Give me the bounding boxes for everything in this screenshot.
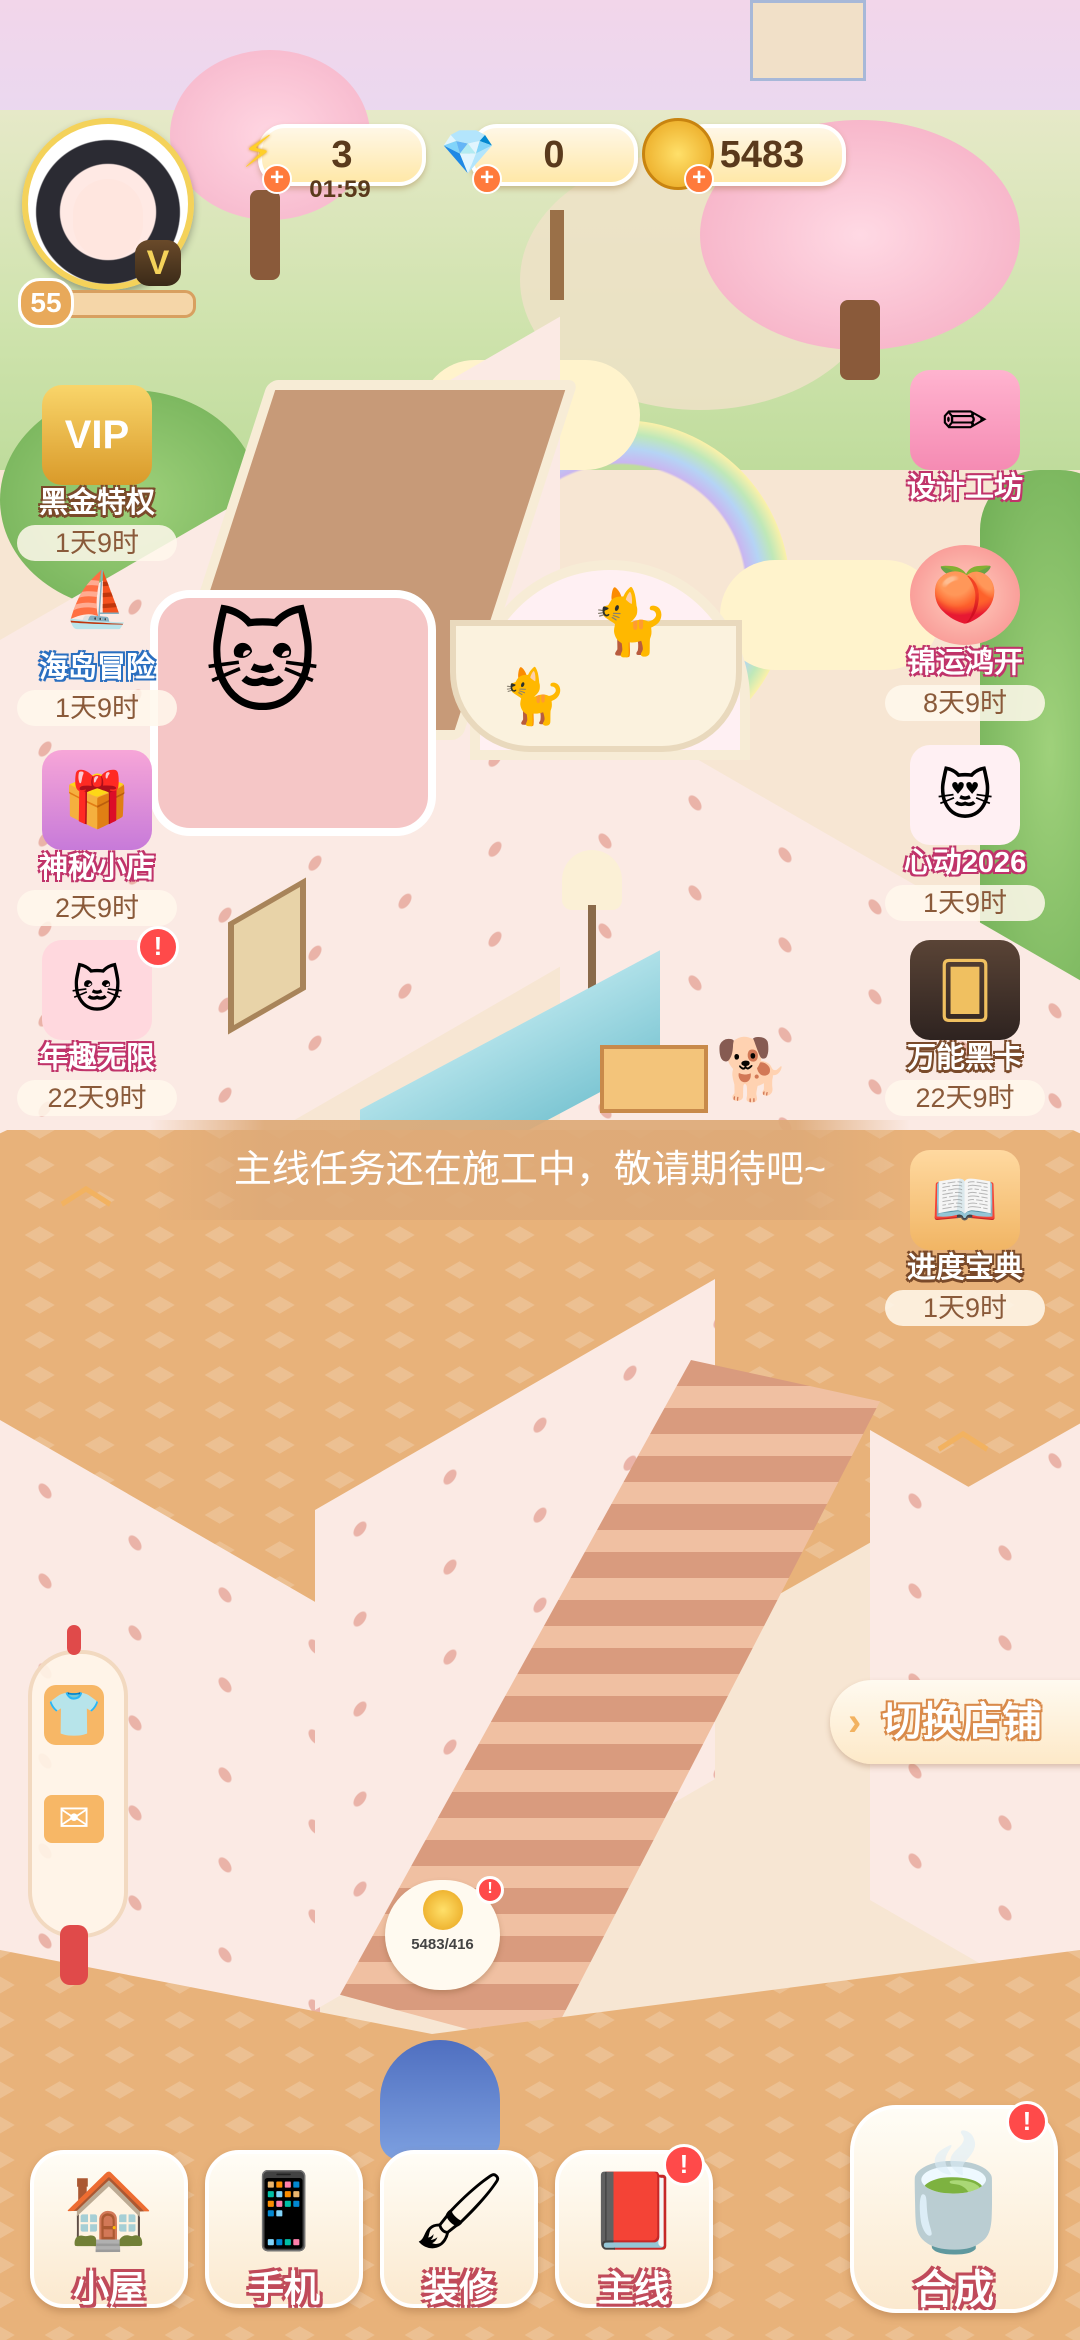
energy-plus-button[interactable]: + [262, 164, 292, 194]
coin-icon [422, 1890, 463, 1930]
outfit-icon[interactable]: 👕 [44, 1685, 104, 1745]
nav-label: 手机 [247, 2268, 320, 2309]
nav-badge: ! [663, 2144, 705, 2186]
event-design-workshop[interactable]: ✏ 设计工坊 [880, 370, 1050, 506]
vip-chest-icon: VIP [42, 385, 152, 485]
nav-house[interactable]: 🏠 小屋 [30, 2150, 188, 2309]
toast-banner: 主线任务还在施工中，敬请期待吧~ [150, 1120, 910, 1220]
event-fortune[interactable]: 🍑 锦运鸿开 8天9时 [880, 545, 1050, 721]
event-black-gold[interactable]: VIP 黑金特权 1天9时 [12, 385, 182, 561]
toolbar-ornament-bottom [60, 1925, 88, 1985]
event-label: 年趣无限 [38, 1042, 155, 1074]
house-far [750, 0, 866, 81]
event-label: 心动2026 [903, 847, 1027, 879]
nav-decorate[interactable]: 🖌 装修 [380, 2150, 538, 2309]
event-black-card[interactable]: 🂠 万能黑卡 22天9时 [880, 940, 1050, 1116]
toolbar-ornament-top [67, 1625, 81, 1655]
event-label: 黑金特权 [38, 487, 155, 519]
chevron-right-icon: › [848, 1700, 862, 1744]
cat-card-icon: 🐱 [42, 940, 152, 1040]
nav-label: 装修 [422, 2268, 495, 2309]
event-label: 锦运鸿开 [906, 647, 1023, 679]
cat-icon: 🐱 [205, 603, 320, 726]
toast-text: 主线任务还在施工中，敬请期待吧~ [233, 1149, 827, 1191]
vip-mark: V [135, 240, 181, 286]
event-badge: ! [137, 926, 179, 968]
peach-icon: 🍑 [910, 545, 1020, 645]
sleeping-cat-icon: 🐈 [500, 667, 568, 727]
brush-icon: 🖌 [412, 2169, 506, 2252]
event-label: 万能黑卡 [906, 1042, 1023, 1074]
signpost-icon [550, 210, 564, 300]
coins-plus-button[interactable]: + [684, 164, 714, 194]
nav-phone[interactable]: 📱 手机 [205, 2150, 363, 2309]
event-timer: 8天9时 [885, 685, 1045, 721]
cat-glasses-icon: 😻 [910, 745, 1020, 845]
teacup-icon: 🍵 [885, 2132, 1023, 2255]
phone-icon: 📱 [237, 2169, 331, 2252]
merge-badge: ! [1006, 2101, 1048, 2143]
player-character[interactable] [380, 2040, 500, 2160]
coin-bubble-text: 5483/416 [411, 1936, 474, 1953]
level-badge: 55 [18, 278, 74, 328]
cat-on-balcony-icon: 🐈 [590, 586, 670, 658]
makeup-table [600, 1045, 708, 1113]
event-mystery-shop[interactable]: 🎁 神秘小店 2天9时 [12, 750, 182, 926]
event-timer: 2天9时 [17, 890, 177, 926]
merge-label: 合成 [914, 2268, 994, 2312]
merge-button[interactable]: 🍵 合成 ! [850, 2101, 1058, 2313]
mail-icon[interactable]: ✉ [44, 1795, 104, 1843]
event-label: 神秘小店 [38, 852, 155, 884]
event-label: 进度宝典 [906, 1252, 1023, 1284]
switch-shop-label: 切换店铺 [882, 1700, 1042, 1744]
event-island-adventure[interactable]: ⛵ 海岛冒险 1天9时 [12, 550, 182, 726]
chevron-up-icon[interactable]: ︿ [935, 1404, 991, 1456]
floor-lamp [562, 850, 622, 910]
event-label: 设计工坊 [906, 472, 1023, 504]
gems-value: 0 [543, 133, 565, 176]
sky-background [0, 0, 1080, 120]
tree-trunk-left [250, 190, 280, 280]
nav-main-quest[interactable]: 📕 主线 ! [555, 2144, 713, 2309]
coin-bubble[interactable]: 5483/416 ! [385, 1876, 504, 1990]
house-icon: 🏠 [62, 2169, 156, 2252]
level-bar [60, 290, 196, 318]
corgi-icon: 🐕 [715, 1036, 790, 1103]
nav-label: 小屋 [72, 2268, 145, 2309]
energy-timer: 01:59 [309, 176, 371, 203]
event-timer: 22天9时 [885, 1080, 1045, 1116]
cards-icon: 🂠 [910, 940, 1020, 1040]
event-heartbeat-2026[interactable]: 😻 心动2026 1天9时 [880, 745, 1050, 921]
event-timer: 1天9时 [885, 1290, 1045, 1326]
boat-icon: ⛵ [63, 569, 131, 630]
coins-value: 5483 [719, 133, 805, 176]
coin-bubble-badge: ! [476, 1876, 504, 1904]
nav-label: 主线 [597, 2268, 670, 2309]
energy-value: 3 [331, 133, 353, 176]
avatar-face [73, 179, 143, 259]
event-label: 海岛冒险 [38, 652, 155, 684]
switch-shop-button[interactable]: › 切换店铺 [830, 1680, 1080, 1764]
event-timer: 1天9时 [885, 885, 1045, 921]
gift-box-icon: 🎁 [42, 750, 152, 850]
gems-plus-button[interactable]: + [472, 164, 502, 194]
event-new-year[interactable]: 🐱 年趣无限 22天9时 ! [12, 926, 182, 1116]
tree-trunk-right [840, 300, 880, 380]
event-timer: 1天9时 [17, 690, 177, 726]
book-icon: 📖 [910, 1150, 1020, 1250]
ruler-pencil-icon: ✏ [910, 370, 1020, 470]
chevron-up-icon[interactable]: ︿ [58, 1159, 114, 1211]
event-timer: 22天9时 [17, 1080, 177, 1116]
